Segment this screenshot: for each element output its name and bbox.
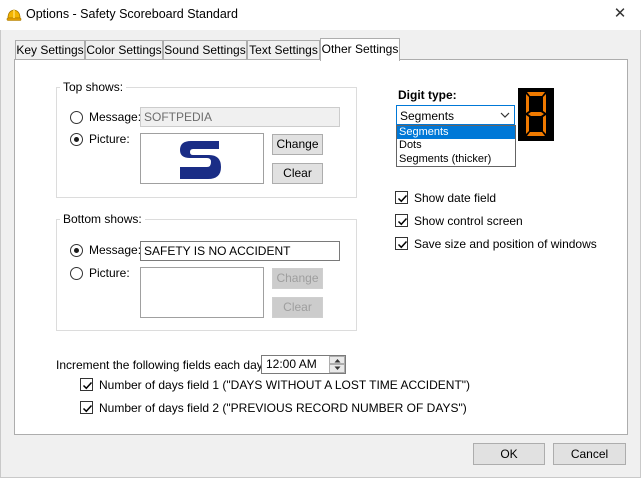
- days-field-1-checkbox[interactable]: [80, 378, 93, 391]
- digit-type-option-thicker[interactable]: Segments (thicker): [397, 153, 515, 166]
- title-bar: Options - Safety Scoreboard Standard ✕: [0, 0, 641, 30]
- increment-time-value: 12:00 AM: [266, 357, 317, 371]
- digit-preview: [518, 88, 554, 141]
- tab-text-settings[interactable]: Text Settings: [247, 40, 320, 60]
- window-title: Options - Safety Scoreboard Standard: [26, 7, 238, 21]
- show-control-screen-checkbox[interactable]: [395, 214, 408, 227]
- tab-color-settings[interactable]: Color Settings: [85, 40, 163, 60]
- spin-up-button[interactable]: [329, 356, 345, 364]
- top-picture-label: Picture:: [89, 132, 130, 146]
- top-message-label: Message:: [89, 110, 142, 124]
- top-message-radio[interactable]: [70, 111, 83, 124]
- days-field-2-label: Number of days field 2 ("PREVIOUS RECORD…: [99, 401, 467, 415]
- arrow-down-icon: [334, 366, 341, 370]
- save-size-position-checkbox[interactable]: [395, 237, 408, 250]
- digit-type-option-segments[interactable]: Segments: [397, 126, 515, 139]
- cancel-button[interactable]: Cancel: [553, 443, 626, 465]
- ok-button[interactable]: OK: [473, 443, 545, 465]
- show-date-checkbox[interactable]: [395, 191, 408, 204]
- seven-segment-eight-icon: [526, 92, 546, 136]
- bottom-message-label: Message:: [89, 243, 142, 257]
- top-shows-label: Top shows:: [60, 80, 127, 94]
- bottom-picture-radio[interactable]: [70, 267, 83, 280]
- increment-label: Increment the following fields each day …: [56, 358, 280, 372]
- top-change-button[interactable]: Change: [272, 134, 323, 155]
- bottom-clear-button[interactable]: Clear: [272, 297, 323, 318]
- tab-other-settings[interactable]: Other Settings: [320, 38, 400, 61]
- spin-down-button[interactable]: [329, 364, 345, 373]
- chevron-down-icon: [500, 112, 510, 118]
- arrow-up-icon: [334, 359, 341, 363]
- show-control-screen-label: Show control screen: [414, 214, 523, 228]
- digit-type-selected-value: Segments: [400, 109, 455, 123]
- top-picture-radio[interactable]: [70, 133, 83, 146]
- top-picture-preview: [140, 133, 264, 184]
- bottom-message-input[interactable]: SAFETY IS NO ACCIDENT: [140, 241, 340, 261]
- digit-type-dropdown: Segments Dots Segments (thicker): [396, 125, 516, 167]
- tab-key-settings[interactable]: Key Settings: [15, 40, 85, 60]
- bottom-shows-label: Bottom shows:: [60, 212, 145, 226]
- tab-sound-settings[interactable]: Sound Settings: [163, 40, 247, 60]
- days-field-1-label: Number of days field 1 ("DAYS WITHOUT A …: [99, 378, 471, 392]
- bottom-change-button[interactable]: Change: [272, 268, 323, 289]
- top-clear-button[interactable]: Clear: [272, 163, 323, 184]
- digit-type-label: Digit type:: [398, 88, 457, 102]
- show-date-label: Show date field: [414, 191, 497, 205]
- hardhat-icon: [6, 9, 22, 21]
- digit-type-option-dots[interactable]: Dots: [397, 139, 515, 152]
- top-message-input[interactable]: SOFTPEDIA: [140, 107, 340, 127]
- digit-type-select[interactable]: Segments: [396, 105, 515, 125]
- close-window-button[interactable]: ✕: [606, 4, 634, 24]
- bottom-message-radio[interactable]: [70, 244, 83, 257]
- softpedia-logo-image: [180, 141, 221, 179]
- bottom-picture-preview: [140, 267, 264, 318]
- time-spinner[interactable]: [329, 356, 345, 373]
- save-size-position-label: Save size and position of windows: [414, 237, 597, 251]
- days-field-2-checkbox[interactable]: [80, 401, 93, 414]
- bottom-picture-label: Picture:: [89, 266, 130, 280]
